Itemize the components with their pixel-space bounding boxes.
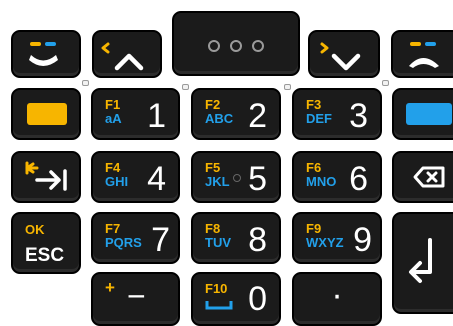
backspace-key[interactable] [392, 151, 453, 203]
blue-function-key[interactable] [392, 88, 453, 140]
key-1-digit: 1 [147, 97, 166, 135]
key-7-fn-label: F7 [105, 221, 121, 236]
dot-label: · [331, 276, 343, 314]
key-7-sub-label: PQRS [105, 235, 142, 250]
led-indicator-center-right [284, 84, 291, 90]
key-4-digit: 4 [147, 160, 166, 198]
tab-key[interactable] [11, 151, 81, 203]
key-7-digit: 7 [151, 221, 170, 259]
key-8-sub-label: TUV [205, 235, 231, 250]
chevron-up-icon [101, 42, 144, 71]
call-end-key[interactable] [391, 30, 453, 78]
key-5-fn-label: F5 [205, 160, 221, 175]
esc-label: ESC [25, 245, 65, 266]
key-9[interactable]: F9 WXYZ 9 [292, 212, 382, 264]
yellow-function-key[interactable] [11, 88, 81, 140]
call-accept-key[interactable] [11, 30, 81, 78]
minus-plus-label: + [105, 278, 115, 297]
down-key[interactable] [308, 30, 380, 78]
key-5-tactile-dot [233, 174, 241, 182]
key-5[interactable]: F5 JKL 5 [191, 151, 281, 203]
minus-label: − [127, 278, 146, 314]
key-8-digit: 8 [248, 221, 267, 259]
up-key[interactable] [92, 30, 162, 78]
key-9-sub-label: WXYZ [306, 235, 344, 250]
esc-ok-label: OK [25, 222, 45, 237]
phone-accept-icon [29, 42, 58, 66]
key-2-sub-label: ABC [205, 111, 234, 126]
key-6-fn-label: F6 [306, 160, 322, 175]
key-0-digit: 0 [248, 280, 267, 318]
key-6-sub-label: MNO [306, 174, 337, 189]
key-1[interactable]: F1 aA 1 [91, 88, 180, 140]
key-6[interactable]: F6 MNO 6 [292, 151, 382, 203]
key-9-fn-label: F9 [306, 221, 322, 236]
phone-end-icon [409, 42, 439, 68]
enter-key[interactable] [392, 212, 453, 314]
key-6-digit: 6 [349, 160, 368, 198]
key-0[interactable]: F10 0 [191, 272, 281, 326]
blue-swatch [406, 103, 452, 125]
esc-key[interactable]: OK ESC [11, 212, 81, 274]
yellow-swatch [27, 103, 67, 125]
key-2[interactable]: F2 ABC 2 [191, 88, 281, 140]
key-3-sub-label: DEF [306, 111, 332, 126]
key-5-sub-label: JKL [205, 174, 230, 189]
dot-key[interactable]: · [292, 272, 382, 326]
key-3[interactable]: F3 DEF 3 [292, 88, 382, 140]
enter-icon [409, 238, 432, 283]
key-5-digit: 5 [248, 160, 267, 198]
backspace-icon [413, 166, 445, 188]
key-9-digit: 9 [353, 221, 372, 259]
key-7[interactable]: F7 PQRS 7 [91, 212, 180, 264]
key-8-fn-label: F8 [205, 221, 221, 236]
key-8[interactable]: F8 TUV 8 [191, 212, 281, 264]
tab-icon [25, 161, 67, 191]
three-dots-icon [208, 40, 264, 52]
chevron-down-icon [320, 42, 361, 71]
menu-key[interactable] [172, 11, 300, 76]
key-2-digit: 2 [248, 97, 267, 135]
key-1-sub-label: aA [105, 111, 122, 126]
key-4-sub-label: GHI [105, 174, 129, 189]
led-indicator-left [82, 80, 89, 86]
led-indicator-right [382, 80, 389, 86]
minus-key[interactable]: + − [91, 272, 180, 326]
key-4[interactable]: F4 GHI 4 [91, 151, 180, 203]
key-1-fn-label: F1 [105, 97, 121, 112]
led-indicator-center-left [182, 84, 189, 90]
space-icon [205, 301, 233, 310]
key-0-fn-label: F10 [205, 281, 228, 296]
key-4-fn-label: F4 [105, 160, 121, 175]
key-3-digit: 3 [349, 97, 368, 135]
key-2-fn-label: F2 [205, 97, 221, 112]
key-3-fn-label: F3 [306, 97, 322, 112]
